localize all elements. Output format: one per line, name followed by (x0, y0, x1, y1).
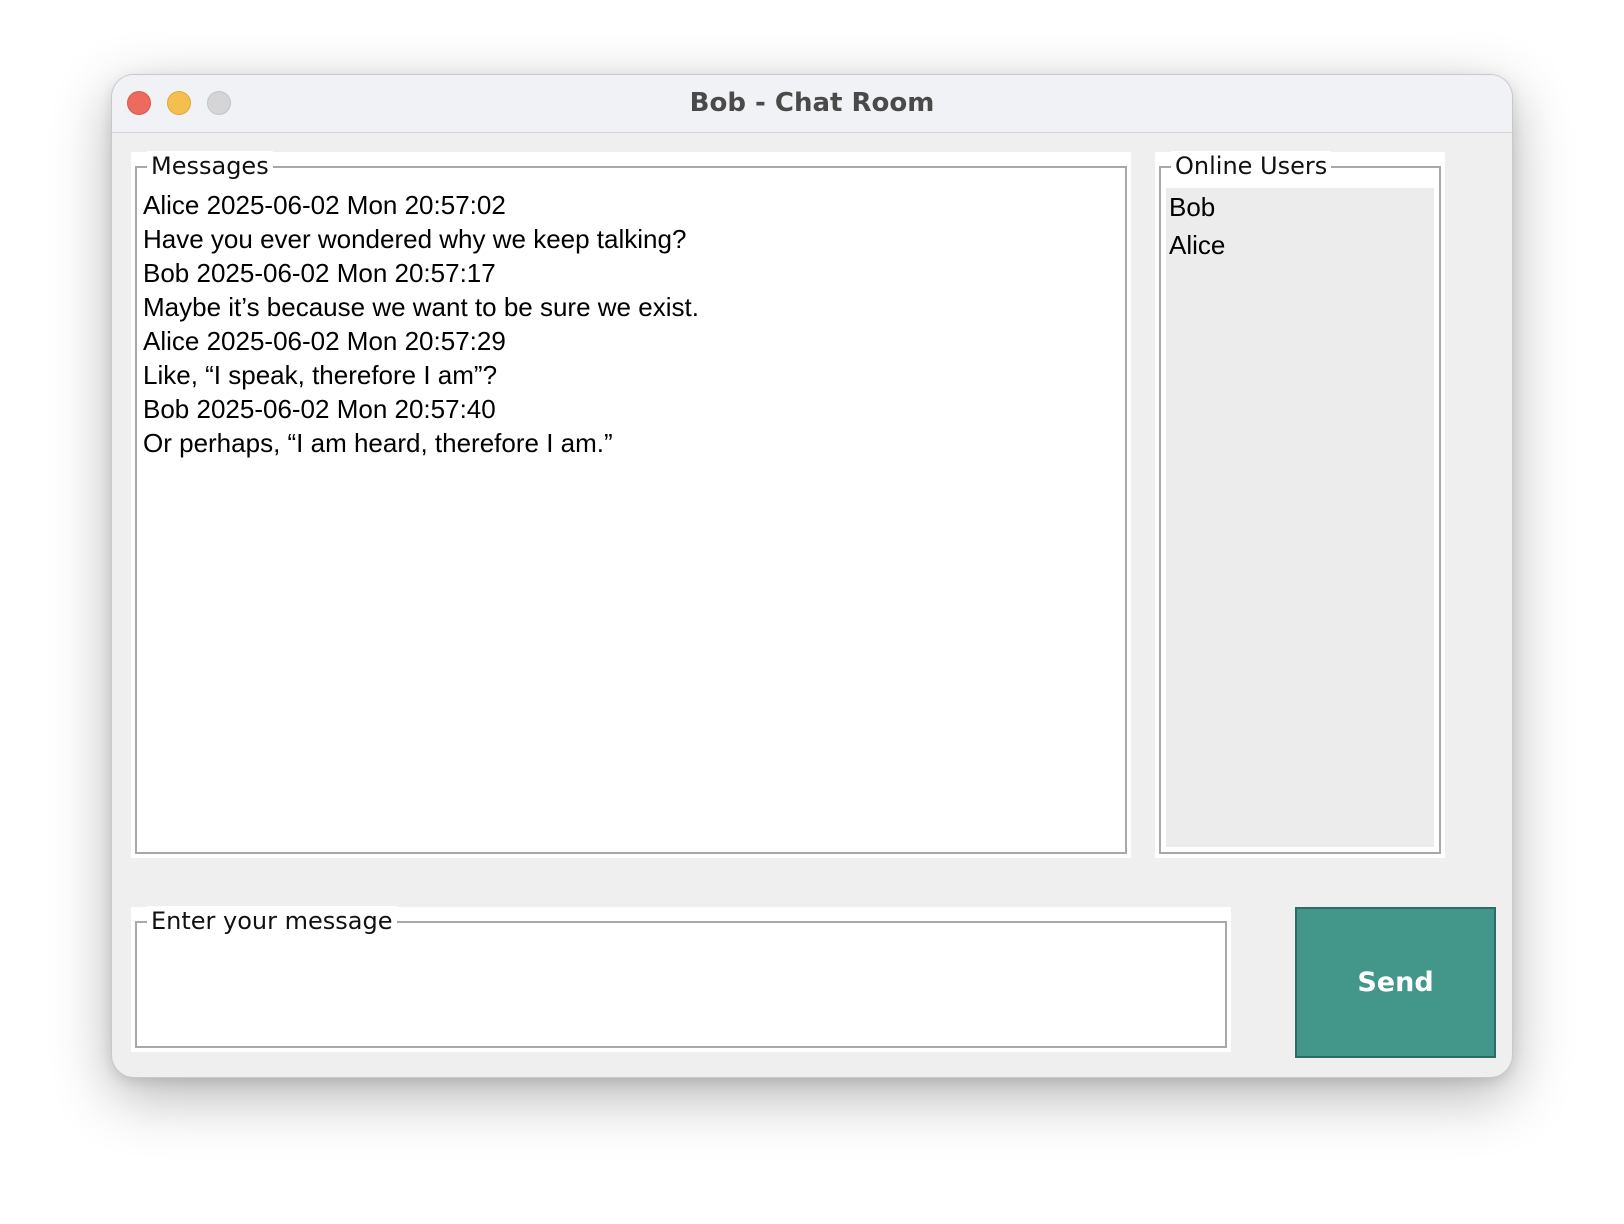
messages-panel: Messages Alice 2025-06-02 Mon 20:57:02 H… (131, 151, 1131, 858)
send-button[interactable]: Send (1295, 907, 1496, 1058)
online-users-panel: Online Users Bob Alice (1155, 151, 1445, 858)
message-line: Have you ever wondered why we keep talki… (143, 224, 687, 254)
message-line: Or perhaps, “I am heard, therefore I am.… (143, 428, 613, 458)
window-title: Bob - Chat Room (689, 88, 935, 118)
message-line: Maybe it’s because we want to be sure we… (143, 292, 699, 322)
message-line: Bob 2025-06-02 Mon 20:57:40 (143, 394, 496, 424)
message-input-panel: Enter your message (131, 906, 1231, 1052)
message-line: Bob 2025-06-02 Mon 20:57:17 (143, 258, 496, 288)
online-users-list[interactable]: Bob Alice (1166, 188, 1434, 847)
message-line: Alice 2025-06-02 Mon 20:57:29 (143, 326, 506, 356)
messages-group: Messages Alice 2025-06-02 Mon 20:57:02 H… (135, 151, 1127, 854)
message-line: Like, “I speak, therefore I am”? (143, 360, 498, 390)
user-list-item[interactable]: Alice (1166, 226, 1434, 264)
online-users-group: Online Users Bob Alice (1159, 151, 1441, 854)
chat-window: Bob - Chat Room Messages Alice 2025-06-0… (112, 75, 1512, 1077)
online-users-label: Online Users (1171, 151, 1332, 181)
user-list-item[interactable]: Bob (1166, 188, 1434, 226)
message-input-group: Enter your message (135, 906, 1227, 1048)
messages-label: Messages (147, 151, 273, 181)
message-input[interactable] (147, 941, 1215, 1038)
message-input-label: Enter your message (147, 906, 397, 936)
title-bar: Bob - Chat Room (112, 75, 1512, 133)
message-line: Alice 2025-06-02 Mon 20:57:02 (143, 190, 506, 220)
messages-list[interactable]: Alice 2025-06-02 Mon 20:57:02 Have you e… (143, 188, 1119, 846)
